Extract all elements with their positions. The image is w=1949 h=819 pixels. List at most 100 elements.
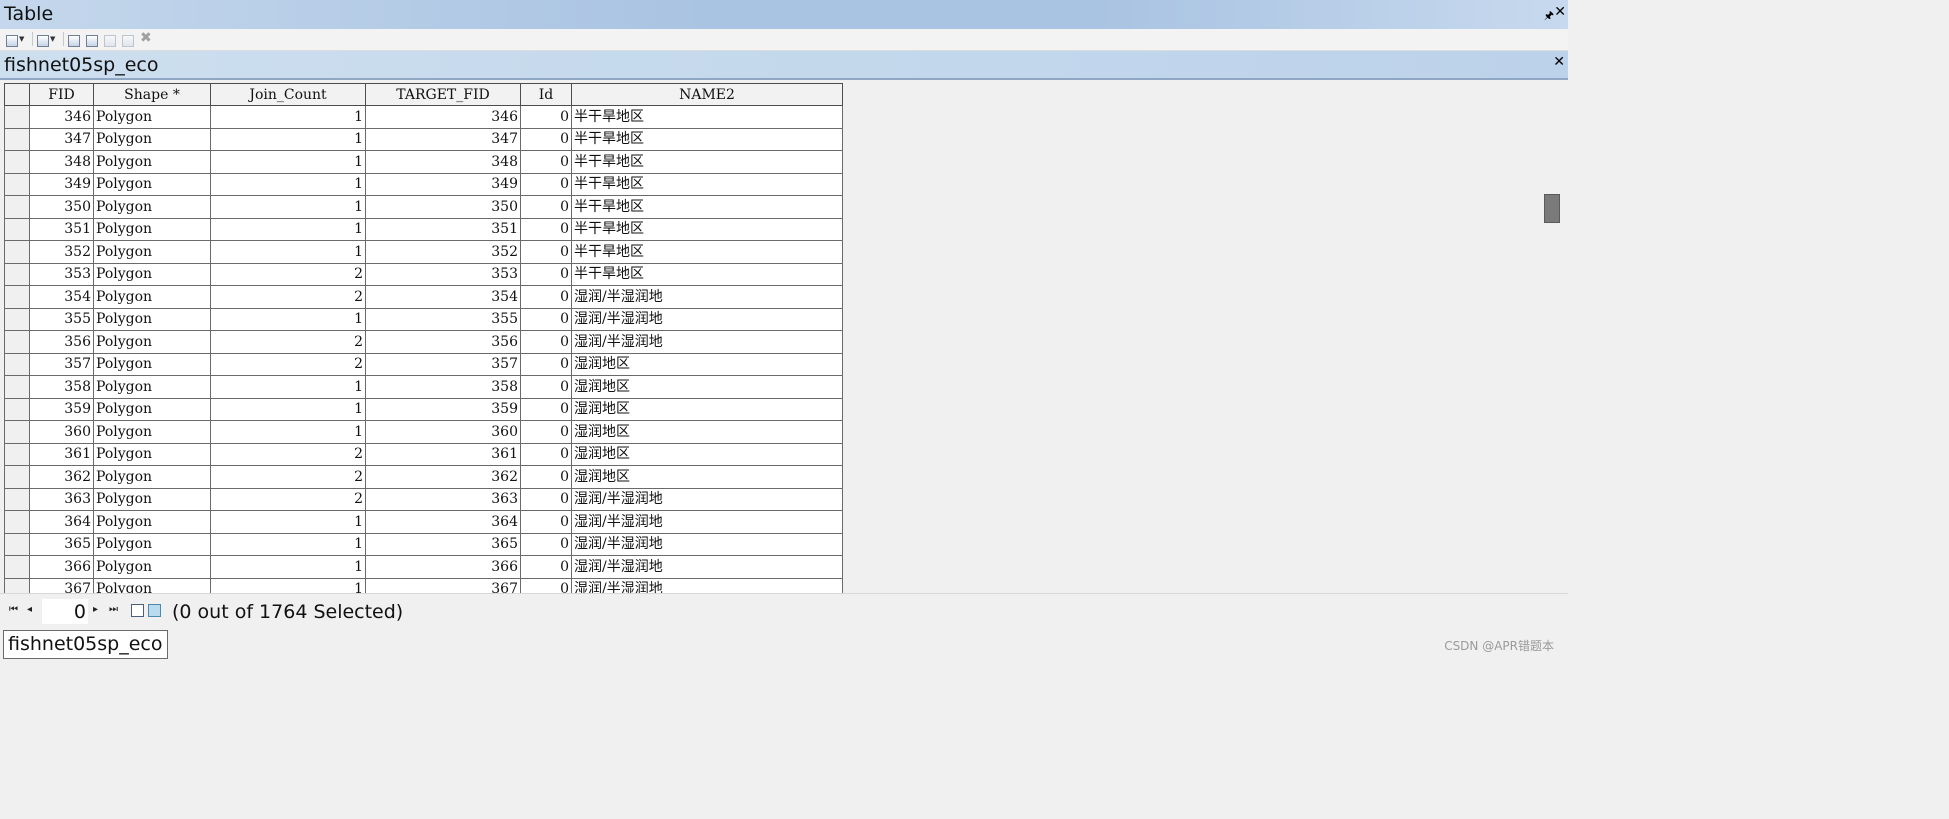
cell-id[interactable]: 0 bbox=[520, 307, 572, 331]
cell-target-fid[interactable]: 347 bbox=[365, 127, 521, 151]
cell-name2[interactable]: 半干旱地区 bbox=[571, 195, 843, 219]
cell-fid[interactable]: 361 bbox=[29, 442, 94, 466]
cell-shape[interactable]: Polygon bbox=[93, 420, 211, 444]
cell-target-fid[interactable]: 346 bbox=[365, 105, 521, 129]
cell-join-count[interactable]: 1 bbox=[210, 307, 366, 331]
cell-join-count[interactable]: 1 bbox=[210, 195, 366, 219]
cell-join-count[interactable]: 1 bbox=[210, 150, 366, 174]
cell-name2[interactable]: 湿润/半湿润地 bbox=[571, 330, 843, 354]
row-selector[interactable] bbox=[4, 262, 30, 286]
cell-join-count[interactable]: 2 bbox=[210, 487, 366, 511]
cell-name2[interactable]: 湿润地区 bbox=[571, 465, 843, 489]
row-selector[interactable] bbox=[4, 285, 30, 309]
column-header-shape[interactable]: Shape * bbox=[93, 83, 211, 106]
column-header-join-count[interactable]: Join_Count bbox=[210, 83, 366, 106]
cell-fid[interactable]: 359 bbox=[29, 397, 94, 421]
previous-record-icon[interactable]: ◂ bbox=[27, 604, 32, 615]
table-row[interactable]: 359 Polygon 1 359 0 湿润地区 bbox=[4, 397, 843, 421]
cell-shape[interactable]: Polygon bbox=[93, 285, 211, 309]
table-row[interactable]: 351 Polygon 1 351 0 半干旱地区 bbox=[4, 217, 843, 241]
cell-join-count[interactable]: 2 bbox=[210, 465, 366, 489]
row-selector[interactable] bbox=[4, 397, 30, 421]
cell-id[interactable]: 0 bbox=[520, 465, 572, 489]
cell-fid[interactable]: 358 bbox=[29, 375, 94, 399]
table-options-button[interactable]: ▼ bbox=[6, 32, 24, 47]
cell-name2[interactable]: 湿润/半湿润地 bbox=[571, 510, 843, 534]
row-selector[interactable] bbox=[4, 465, 30, 489]
table-row[interactable]: 367 Polygon 1 367 0 湿润/半湿润地 bbox=[4, 577, 843, 593]
last-record-icon[interactable]: ⏭ bbox=[109, 604, 118, 615]
cell-shape[interactable]: Polygon bbox=[93, 217, 211, 241]
cell-name2[interactable]: 湿润/半湿润地 bbox=[571, 532, 843, 556]
cell-id[interactable]: 0 bbox=[520, 285, 572, 309]
row-selector[interactable] bbox=[4, 442, 30, 466]
current-record-field[interactable] bbox=[42, 599, 88, 624]
cell-id[interactable]: 0 bbox=[520, 217, 572, 241]
scrollbar-thumb[interactable] bbox=[1544, 194, 1560, 223]
table-row[interactable]: 346 Polygon 1 346 0 半干旱地区 bbox=[4, 105, 843, 129]
cell-fid[interactable]: 362 bbox=[29, 465, 94, 489]
row-selector[interactable] bbox=[4, 487, 30, 511]
cell-fid[interactable]: 365 bbox=[29, 532, 94, 556]
column-header-target-fid[interactable]: TARGET_FID bbox=[365, 83, 521, 106]
cell-shape[interactable]: Polygon bbox=[93, 442, 211, 466]
cell-target-fid[interactable]: 360 bbox=[365, 420, 521, 444]
cell-name2[interactable]: 湿润地区 bbox=[571, 352, 843, 376]
cell-join-count[interactable]: 1 bbox=[210, 127, 366, 151]
cell-id[interactable]: 0 bbox=[520, 330, 572, 354]
cell-target-fid[interactable]: 361 bbox=[365, 442, 521, 466]
cell-fid[interactable]: 352 bbox=[29, 240, 94, 264]
table-row[interactable]: 349 Polygon 1 349 0 半干旱地区 bbox=[4, 172, 843, 196]
cell-fid[interactable]: 355 bbox=[29, 307, 94, 331]
cell-join-count[interactable]: 1 bbox=[210, 172, 366, 196]
row-selector[interactable] bbox=[4, 217, 30, 241]
cell-join-count[interactable]: 1 bbox=[210, 577, 366, 593]
table-row[interactable]: 354 Polygon 2 354 0 湿润/半湿润地 bbox=[4, 285, 843, 309]
cell-target-fid[interactable]: 365 bbox=[365, 532, 521, 556]
cell-id[interactable]: 0 bbox=[520, 127, 572, 151]
select-by-attributes-button[interactable] bbox=[68, 32, 80, 47]
cell-id[interactable]: 0 bbox=[520, 352, 572, 376]
table-row[interactable]: 355 Polygon 1 355 0 湿润/半湿润地 bbox=[4, 307, 843, 331]
zoom-to-selected-button[interactable] bbox=[122, 32, 134, 47]
cell-id[interactable]: 0 bbox=[520, 577, 572, 593]
cell-fid[interactable]: 349 bbox=[29, 172, 94, 196]
cell-fid[interactable]: 354 bbox=[29, 285, 94, 309]
row-selector[interactable] bbox=[4, 510, 30, 534]
cell-fid[interactable]: 353 bbox=[29, 262, 94, 286]
row-selector[interactable] bbox=[4, 352, 30, 376]
cell-id[interactable]: 0 bbox=[520, 172, 572, 196]
cell-shape[interactable]: Polygon bbox=[93, 375, 211, 399]
cell-join-count[interactable]: 1 bbox=[210, 105, 366, 129]
cell-name2[interactable]: 半干旱地区 bbox=[571, 127, 843, 151]
cell-name2[interactable]: 半干旱地区 bbox=[571, 240, 843, 264]
cell-shape[interactable]: Polygon bbox=[93, 240, 211, 264]
table-row[interactable]: 364 Polygon 1 364 0 湿润/半湿润地 bbox=[4, 510, 843, 534]
cell-target-fid[interactable]: 350 bbox=[365, 195, 521, 219]
cell-id[interactable]: 0 bbox=[520, 375, 572, 399]
cell-shape[interactable]: Polygon bbox=[93, 465, 211, 489]
related-tables-button[interactable]: ▼ bbox=[37, 32, 55, 47]
switch-selection-button[interactable] bbox=[86, 32, 98, 47]
cell-name2[interactable]: 半干旱地区 bbox=[571, 262, 843, 286]
column-header-name2[interactable]: NAME2 bbox=[571, 83, 843, 106]
cell-join-count[interactable]: 2 bbox=[210, 330, 366, 354]
cell-id[interactable]: 0 bbox=[520, 555, 572, 579]
cell-fid[interactable]: 366 bbox=[29, 555, 94, 579]
delete-selected-icon[interactable]: ✖ bbox=[140, 30, 152, 46]
cell-target-fid[interactable]: 348 bbox=[365, 150, 521, 174]
cell-id[interactable]: 0 bbox=[520, 442, 572, 466]
table-row[interactable]: 353 Polygon 2 353 0 半干旱地区 bbox=[4, 262, 843, 286]
cell-join-count[interactable]: 1 bbox=[210, 555, 366, 579]
cell-join-count[interactable]: 1 bbox=[210, 510, 366, 534]
cell-fid[interactable]: 363 bbox=[29, 487, 94, 511]
row-selector[interactable] bbox=[4, 127, 30, 151]
cell-id[interactable]: 0 bbox=[520, 105, 572, 129]
cell-name2[interactable]: 半干旱地区 bbox=[571, 150, 843, 174]
table-row[interactable]: 347 Polygon 1 347 0 半干旱地区 bbox=[4, 127, 843, 151]
cell-shape[interactable]: Polygon bbox=[93, 105, 211, 129]
cell-id[interactable]: 0 bbox=[520, 510, 572, 534]
cell-fid[interactable]: 351 bbox=[29, 217, 94, 241]
cell-join-count[interactable]: 1 bbox=[210, 240, 366, 264]
cell-shape[interactable]: Polygon bbox=[93, 127, 211, 151]
